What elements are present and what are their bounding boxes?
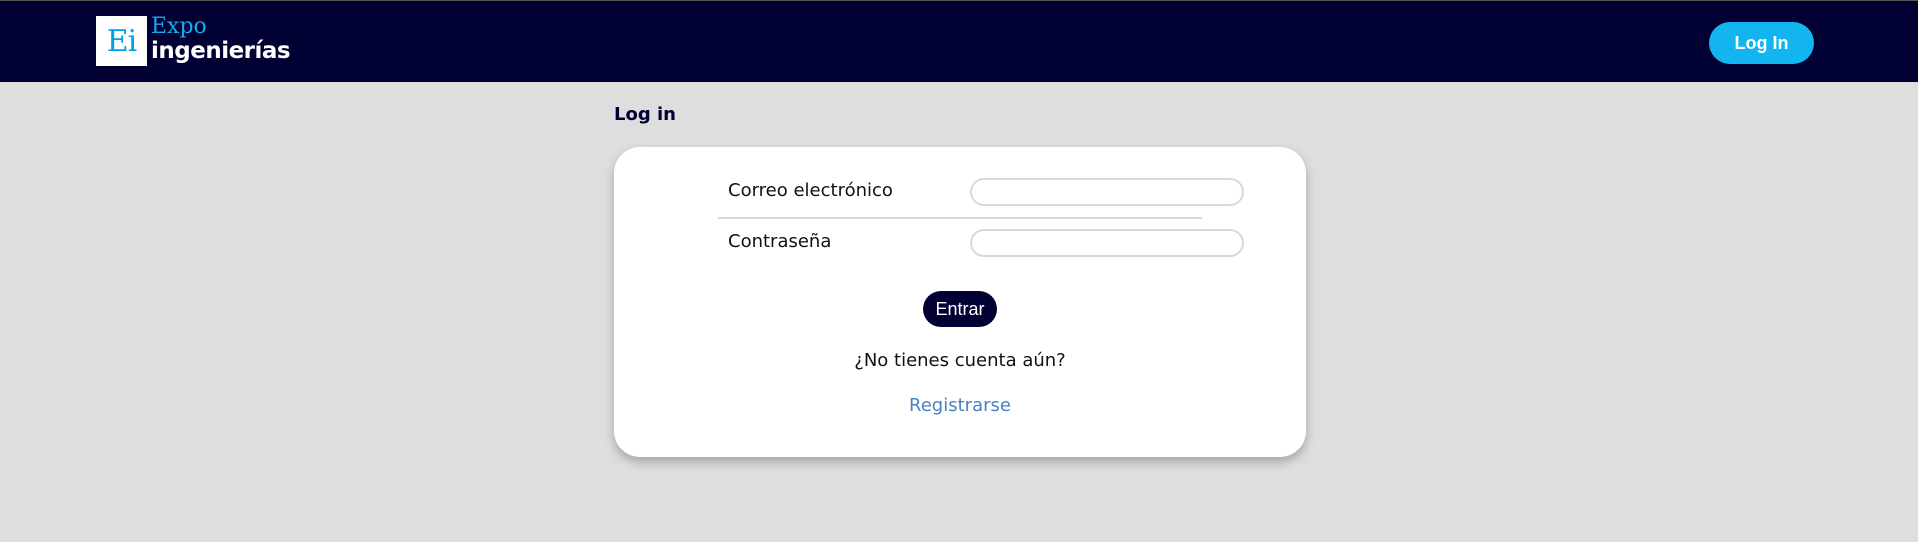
logo-mark-text: Ei [106, 23, 137, 59]
form-divider [718, 217, 1202, 219]
logo-mark: Ei [96, 16, 147, 66]
password-field[interactable] [970, 229, 1244, 257]
email-label: Correo electrónico [728, 180, 893, 201]
header-login-button[interactable]: Log In [1709, 22, 1814, 64]
logo-line-expo: Expo [151, 14, 207, 39]
no-account-text: ¿No tienes cuenta aún? [854, 350, 1066, 371]
submit-button[interactable]: Entrar [923, 291, 997, 327]
logo-line-ingenierias: ingenierías [151, 38, 291, 64]
login-card: Correo electrónico Contraseña Entrar ¿No… [614, 147, 1306, 457]
register-row: Registrarse [614, 395, 1306, 416]
email-field[interactable] [970, 178, 1244, 206]
password-label: Contraseña [728, 231, 832, 252]
page-title: Log in [614, 104, 676, 125]
logo-wordmark: Expo ingenierías [151, 14, 291, 64]
site-logo[interactable]: Ei Expo ingenierías [96, 14, 291, 66]
top-navbar: Ei Expo ingenierías Log In [0, 0, 1918, 82]
register-link[interactable]: Registrarse [909, 395, 1011, 416]
